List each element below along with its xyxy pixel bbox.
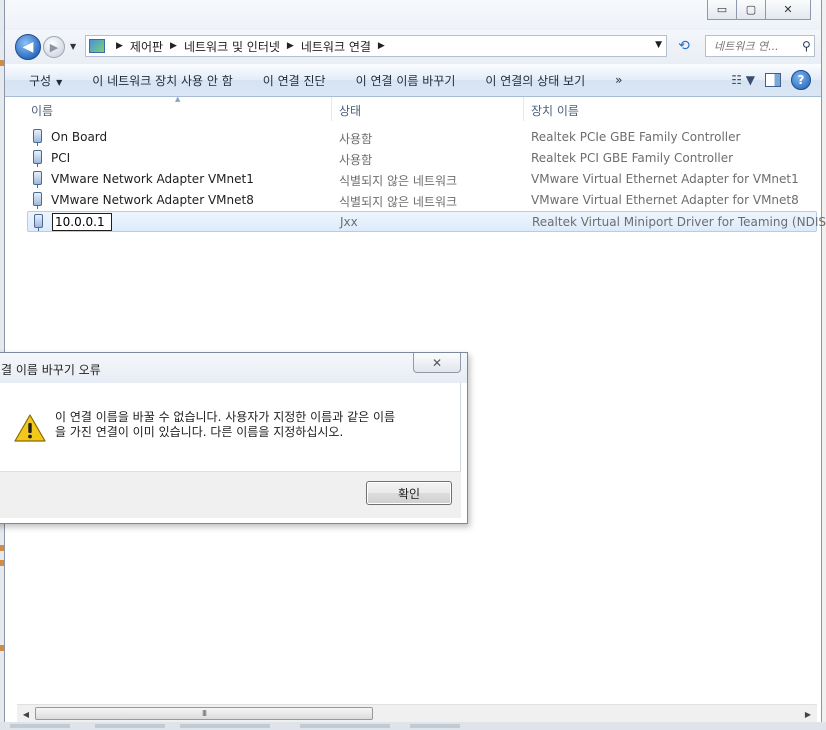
address-bar[interactable]: ▶ 제어판 ▶ 네트워크 및 인터넷 ▶ 네트워크 연결 ▶ ▼: [85, 35, 667, 57]
connection-device: VMware Virtual Ethernet Adapter for VMne…: [531, 193, 799, 207]
ok-button[interactable]: 확인: [366, 481, 452, 505]
search-input[interactable]: [712, 38, 798, 54]
horizontal-scrollbar[interactable]: ◀ III ▶: [17, 704, 817, 722]
column-header-status[interactable]: 상태: [339, 102, 361, 119]
network-adapter-icon: [33, 171, 42, 188]
command-bar: 구성 ▼ 이 네트워크 장치 사용 안 함 이 연결 진단 이 연결 이름 바꾸기…: [5, 64, 821, 97]
list-item[interactable]: VMware Network Adapter VMnet8 식별되지 않은 네트…: [27, 190, 826, 211]
title-bar: ▭ ▢ ✕: [5, 0, 821, 30]
connection-device: VMware Virtual Ethernet Adapter for VMne…: [531, 172, 799, 186]
breadcrumb-network-internet[interactable]: 네트워크 및 인터넷: [184, 38, 280, 55]
breadcrumb-network-connections[interactable]: 네트워크 연결: [301, 38, 371, 55]
connection-name: VMware Network Adapter VMnet8: [51, 193, 254, 207]
organize-label: 구성: [29, 73, 52, 88]
list-item[interactable]: VMware Network Adapter VMnet1 식별되지 않은 네트…: [27, 169, 826, 190]
column-divider[interactable]: [523, 97, 524, 121]
arrow-left-icon: ◀: [22, 39, 34, 55]
background-taskbar-strip: [0, 722, 826, 730]
network-adapter-icon: [33, 150, 42, 167]
rename-input[interactable]: [52, 213, 112, 231]
sort-up-icon: ▲: [175, 95, 181, 103]
dialog-close-button[interactable]: ✕: [413, 353, 461, 373]
list-item-selected[interactable]: Jxx Realtek Virtual Miniport Driver for …: [27, 211, 826, 232]
background-item: [95, 724, 165, 728]
more-commands-button[interactable]: »: [600, 73, 637, 87]
recent-pages-dropdown[interactable]: ▼: [70, 42, 76, 51]
column-headers: ▲ 이름 상태 장치 이름: [5, 95, 821, 121]
minimize-button[interactable]: ▭: [707, 0, 737, 20]
connection-name: PCI: [51, 151, 71, 165]
search-box[interactable]: ⚲: [705, 35, 815, 57]
connection-device: Realtek PCI GBE Family Controller: [531, 151, 734, 165]
scrollbar-thumb[interactable]: III: [35, 707, 373, 720]
disable-device-button[interactable]: 이 네트워크 장치 사용 안 함: [77, 72, 248, 89]
column-header-name[interactable]: 이름: [31, 102, 53, 119]
view-controls: ☷ ▼ ?: [731, 70, 811, 90]
connection-device: Realtek PCIe GBE Family Controller: [531, 130, 741, 144]
preview-pane-icon[interactable]: [765, 73, 781, 87]
chevron-down-icon: ▼: [56, 77, 63, 87]
dialog-title-bar: 결 이름 바꾸기 오류 ✕: [0, 353, 467, 383]
connection-name: VMware Network Adapter VMnet1: [51, 172, 254, 186]
dialog-message-line: 이 연결 이름을 바꿀 수 없습니다. 사용자가 지정한 이름과 같은 이름: [55, 410, 396, 424]
refresh-button[interactable]: ⟲: [673, 36, 695, 56]
chevron-down-icon[interactable]: ▼: [655, 40, 662, 50]
control-panel-icon: [89, 39, 105, 53]
address-row: ◀ ▶ ▼ ▶ 제어판 ▶ 네트워크 및 인터넷 ▶ 네트워크 연결 ▶ ▼ ⟲…: [5, 30, 821, 64]
change-view-icon[interactable]: ☷ ▼: [731, 73, 755, 87]
dialog-title: 결 이름 바꾸기 오류: [1, 363, 101, 377]
help-icon[interactable]: ?: [791, 70, 811, 90]
background-item: [410, 724, 460, 728]
arrow-right-icon: ▶: [49, 40, 59, 54]
organize-menu[interactable]: 구성 ▼: [5, 72, 77, 89]
breadcrumb-separator[interactable]: ▶: [378, 41, 385, 51]
network-adapter-icon: [33, 192, 42, 209]
refresh-icon: ⟲: [678, 38, 690, 54]
column-header-device[interactable]: 장치 이름: [531, 102, 579, 119]
dialog-message-line: 을 가진 연결이 이미 있습니다. 다른 이름을 지정하십시오.: [55, 425, 344, 439]
background-item: [300, 724, 390, 728]
search-icon[interactable]: ⚲: [802, 39, 811, 53]
rename-connection-button[interactable]: 이 연결 이름 바꾸기: [341, 72, 471, 89]
breadcrumb-separator[interactable]: ▶: [116, 41, 123, 51]
breadcrumb-control-panel[interactable]: 제어판: [130, 38, 163, 55]
warning-icon: [14, 414, 46, 442]
close-button[interactable]: ✕: [766, 0, 811, 20]
caption-buttons: ▭ ▢ ✕: [707, 0, 811, 20]
view-status-button[interactable]: 이 연결의 상태 보기: [470, 72, 600, 89]
rename-error-dialog: 결 이름 바꾸기 오류 ✕ 이 연결 이름을 바꿀 수 없습니다. 사용자가 지…: [0, 352, 468, 524]
forward-button[interactable]: ▶: [43, 36, 65, 58]
breadcrumb-separator[interactable]: ▶: [170, 41, 177, 51]
diagnose-button[interactable]: 이 연결 진단: [248, 72, 341, 89]
network-adapter-icon: [34, 214, 43, 231]
scroll-left-button[interactable]: ◀: [19, 707, 33, 721]
network-adapter-icon: [33, 129, 42, 146]
connection-status: 식별되지 않은 네트워크: [339, 195, 458, 209]
column-divider[interactable]: [331, 97, 332, 121]
list-item[interactable]: PCI 사용함 Realtek PCI GBE Family Controlle…: [27, 148, 826, 169]
back-button[interactable]: ◀: [15, 34, 41, 60]
maximize-button[interactable]: ▢: [737, 0, 766, 20]
connection-device: Realtek Virtual Miniport Driver for Team…: [532, 215, 826, 229]
connection-status: 사용함: [339, 153, 373, 167]
background-item: [10, 724, 70, 728]
dialog-message: 이 연결 이름을 바꿀 수 없습니다. 사용자가 지정한 이름과 같은 이름 을…: [55, 410, 435, 440]
list-item[interactable]: On Board 사용함 Realtek PCIe GBE Family Con…: [27, 127, 826, 148]
connection-status: Jxx: [340, 215, 358, 229]
scroll-right-button[interactable]: ▶: [801, 707, 815, 721]
connection-status: 식별되지 않은 네트워크: [339, 174, 458, 188]
connection-name: On Board: [51, 130, 108, 144]
background-item: [180, 724, 270, 728]
breadcrumb-separator[interactable]: ▶: [287, 41, 294, 51]
connection-status: 사용함: [339, 132, 373, 146]
